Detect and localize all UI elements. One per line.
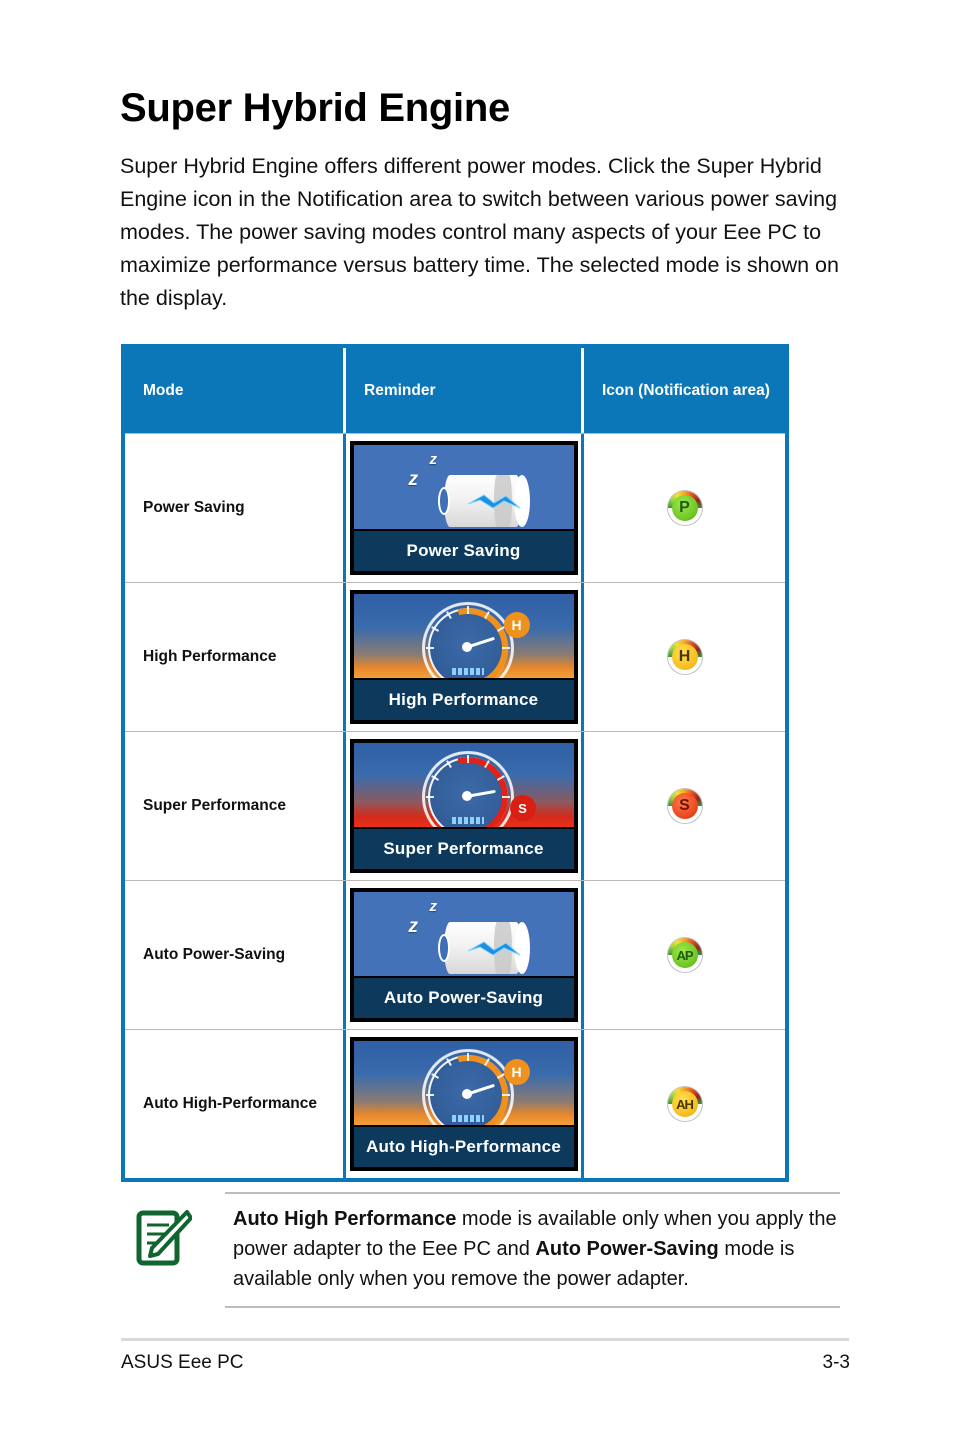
column-header-reminder: Reminder: [343, 348, 581, 433]
osd-super-performance: S Super Performance: [349, 739, 578, 873]
sleep-z-icon: z: [429, 898, 438, 915]
table-row: High Performance H High Performance H: [125, 582, 785, 731]
note-box: Auto High Performance mode is available …: [128, 1192, 850, 1308]
osd-art-gauge: H: [353, 594, 574, 678]
tray-icon-auto-power-saving[interactable]: AP: [667, 938, 702, 972]
page-number: 3-3: [822, 1352, 850, 1373]
table-row: Auto High-Performance H Auto High-Perfor…: [125, 1029, 785, 1178]
osd-art-gauge: H: [353, 1041, 574, 1125]
osd-label: Power Saving: [353, 529, 574, 571]
table-header-row: Mode Reminder Icon (Notification area): [125, 348, 785, 433]
mode-label: High Performance: [143, 648, 277, 665]
reminder-cell: S Super Performance: [343, 732, 581, 880]
osd-label: High Performance: [353, 678, 574, 720]
column-header-mode: Mode: [143, 381, 184, 399]
badge-s-icon: S: [509, 795, 536, 821]
badge-h-icon: H: [503, 612, 530, 638]
mode-label: Auto High-Performance: [143, 1095, 317, 1112]
footer-divider: [121, 1338, 849, 1341]
intro-paragraph: Super Hybrid Engine offers different pow…: [120, 154, 839, 310]
sleep-z-icon: z: [408, 916, 419, 937]
sleep-z-icon: z: [429, 451, 438, 468]
osd-art-gauge: S: [353, 743, 574, 827]
osd-power-saving: z z Power Saving: [349, 441, 578, 575]
notification-icon-cell: AH: [581, 1030, 785, 1178]
table-row: Super Performance S Super Performance S: [125, 731, 785, 880]
page-title: Super Hybrid Engine: [120, 86, 510, 130]
mode-label: Super Performance: [143, 797, 286, 814]
battery-icon: [436, 475, 530, 527]
mode-label: Auto Power-Saving: [143, 946, 286, 963]
page: Super Hybrid Engine Super Hybrid Engine …: [0, 0, 954, 1438]
speedometer-icon: [412, 743, 523, 827]
sleep-z-icon: z: [408, 469, 419, 490]
badge-h-icon: H: [503, 1059, 530, 1085]
column-header-icon: Icon (Notification area): [581, 348, 785, 433]
tray-icon-super-performance[interactable]: S: [667, 789, 702, 823]
note-bold-1: Auto High Performance: [233, 1208, 457, 1230]
osd-label: Super Performance: [353, 827, 574, 869]
notification-icon-cell: H: [581, 583, 785, 731]
speedometer-icon: [412, 1041, 523, 1125]
mode-label: Power Saving: [143, 499, 245, 516]
notification-icon-cell: P: [581, 434, 785, 582]
osd-auto-power-saving: z z Auto Power-Saving: [349, 888, 578, 1022]
note-pencil-icon: [136, 1210, 192, 1266]
osd-high-performance: H High Performance: [349, 590, 578, 724]
osd-art-battery: z z: [353, 445, 574, 529]
tray-icon-power-saving[interactable]: P: [667, 491, 702, 525]
reminder-cell: z z Power Saving: [343, 434, 581, 582]
note-bold-2: Auto Power-Saving: [535, 1238, 719, 1260]
reminder-cell: H High Performance: [343, 583, 581, 731]
speedometer-icon: [412, 594, 523, 678]
osd-label: Auto Power-Saving: [353, 976, 574, 1018]
reminder-cell: H Auto High-Performance: [343, 1030, 581, 1178]
table-row: Power Saving z z Power Saving P: [125, 433, 785, 582]
modes-table: Mode Reminder Icon (Notification area) P…: [121, 344, 789, 1182]
notification-icon-cell: S: [581, 732, 785, 880]
tray-icon-auto-high-performance[interactable]: AH: [667, 1087, 702, 1121]
tray-icon-high-performance[interactable]: H: [667, 640, 702, 674]
power-wave-icon: [467, 941, 520, 956]
osd-label: Auto High-Performance: [353, 1125, 574, 1167]
table-row: Auto Power-Saving z z Auto Power-Saving …: [125, 880, 785, 1029]
footer-product-name: ASUS Eee PC: [121, 1352, 244, 1373]
notification-icon-cell: AP: [581, 881, 785, 1029]
note-text: Auto High Performance mode is available …: [233, 1204, 848, 1294]
note-bottom-divider: [225, 1306, 840, 1308]
power-wave-icon: [467, 494, 520, 509]
osd-art-battery: z z: [353, 892, 574, 976]
reminder-cell: z z Auto Power-Saving: [343, 881, 581, 1029]
battery-icon: [436, 922, 530, 974]
osd-auto-high-performance: H Auto High-Performance: [349, 1037, 578, 1171]
